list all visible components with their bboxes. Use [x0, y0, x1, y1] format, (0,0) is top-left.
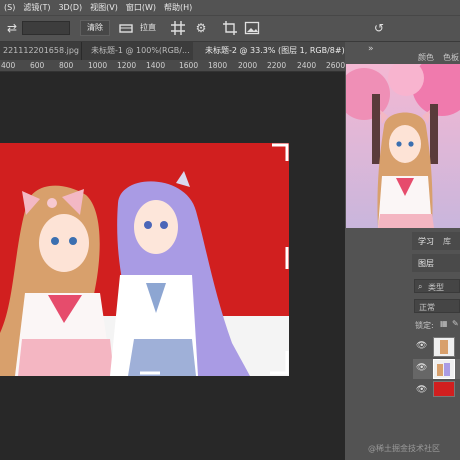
- content-aware-icon[interactable]: [244, 20, 260, 36]
- menu-item-select[interactable]: (S): [0, 3, 19, 12]
- tab-layers[interactable]: 图层: [418, 258, 434, 269]
- menu-item-window[interactable]: 窗口(W): [122, 2, 160, 13]
- ruler-tick: 600: [30, 61, 45, 70]
- layer-thumbnail-background: [433, 381, 455, 397]
- layer-thumbnail: [433, 359, 455, 379]
- tab-learn[interactable]: 学习: [418, 236, 434, 247]
- reset-icon[interactable]: ↺: [371, 20, 387, 36]
- tab-label: 221112201658.jpg: [3, 46, 79, 55]
- menu-bar: (S) 滤镜(T) 3D(D) 视图(V) 窗口(W) 帮助(H): [0, 0, 460, 15]
- tab-doc-2[interactable]: 未标题-1 @ 100%(RGB/...×: [81, 42, 193, 60]
- lock-label: 锁定:: [415, 321, 434, 330]
- gear-icon[interactable]: ⚙: [193, 20, 209, 36]
- menu-item-3d[interactable]: 3D(D): [54, 3, 86, 12]
- ruler-tick: 2600: [326, 61, 346, 70]
- ruler-tick: 1400: [146, 61, 166, 70]
- ruler-tick: 2200: [267, 61, 287, 70]
- collapse-panels-icon[interactable]: »: [368, 44, 374, 54]
- tab-label: 未标题-2 @ 33.3% (图层 1, RGB/8#) *: [205, 46, 352, 55]
- grid-overlay-icon[interactable]: [170, 20, 186, 36]
- layer-filter-select[interactable]: ⌕ 类型: [414, 279, 460, 293]
- ruler-tick: 1600: [179, 61, 199, 70]
- blend-mode-select[interactable]: 正常: [414, 299, 460, 313]
- ratio-input[interactable]: [22, 21, 70, 35]
- menu-item-view[interactable]: 视图(V): [86, 2, 122, 13]
- straighten-icon[interactable]: [118, 20, 134, 36]
- crop-delete-icon[interactable]: [222, 20, 238, 36]
- tab-libraries[interactable]: 库: [443, 236, 451, 247]
- lock-transparent-icon[interactable]: ▦: [440, 319, 448, 328]
- layer-thumbnail: [433, 337, 455, 357]
- eye-icon[interactable]: 👁: [416, 363, 427, 373]
- reference-image-preview: [346, 64, 460, 228]
- ruler-tick: 400: [1, 61, 16, 70]
- tab-doc-1[interactable]: 221112201658.jpg×: [0, 42, 80, 60]
- clear-button[interactable]: 清除: [80, 20, 110, 36]
- menu-item-help[interactable]: 帮助(H): [160, 2, 196, 13]
- blend-mode-value: 正常: [419, 303, 435, 312]
- tab-swatches[interactable]: 色板: [443, 52, 459, 63]
- ruler-tick: 2000: [238, 61, 258, 70]
- tab-color[interactable]: 颜色: [418, 52, 434, 63]
- horizontal-ruler: [0, 60, 345, 72]
- document-canvas[interactable]: [0, 143, 289, 376]
- layer-filter-value: 类型: [428, 283, 444, 292]
- search-icon: ⌕: [418, 282, 423, 291]
- eye-icon[interactable]: 👁: [416, 385, 427, 395]
- ruler-tick: 1800: [208, 61, 228, 70]
- menu-item-filter[interactable]: 滤镜(T): [19, 2, 54, 13]
- tab-doc-3[interactable]: 未标题-2 @ 33.3% (图层 1, RGB/8#) *×: [193, 42, 353, 60]
- straighten-label[interactable]: 拉直: [140, 21, 156, 35]
- swap-icon[interactable]: ⇄: [4, 20, 20, 36]
- eye-icon[interactable]: 👁: [416, 341, 427, 351]
- ruler-tick: 800: [59, 61, 74, 70]
- lock-pixels-icon[interactable]: ✎: [452, 319, 459, 328]
- watermark: @稀土掘金技术社区: [368, 444, 440, 453]
- ruler-tick: 2400: [297, 61, 317, 70]
- ruler-tick: 1000: [88, 61, 108, 70]
- tab-label: 未标题-1 @ 100%(RGB/...: [91, 46, 190, 55]
- ruler-tick: 1200: [117, 61, 137, 70]
